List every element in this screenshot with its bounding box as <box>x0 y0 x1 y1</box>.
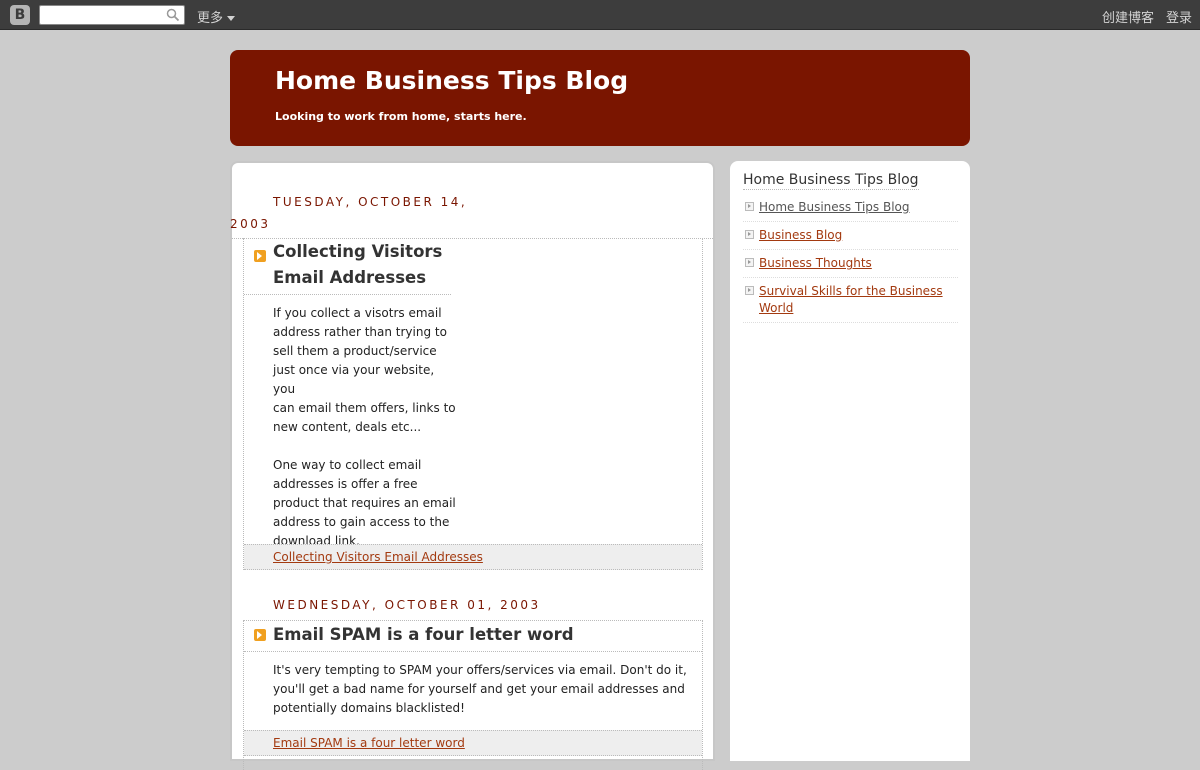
more-menu[interactable]: 更多 <box>197 7 236 26</box>
list-item: Home Business Tips Blog <box>743 194 958 222</box>
search-box[interactable] <box>39 5 185 26</box>
date-line: TUESDAY, OCTOBER 14, <box>273 195 468 209</box>
list-item: Survival Skills for the Business World <box>743 278 958 323</box>
navbar: B 更多 创建博客 登录 <box>0 0 1200 30</box>
search-icon[interactable] <box>166 8 180 22</box>
search-input[interactable] <box>44 9 164 26</box>
post-body: If you collect a visotrs email address r… <box>273 304 458 551</box>
link-line: World <box>759 301 794 315</box>
body-line: If you collect a visotrs email <box>273 306 442 320</box>
body-line: potentially domains blacklisted! <box>273 701 465 715</box>
date-line: WEDNESDAY, OCTOBER 01, 2003 <box>273 598 541 612</box>
post-footer: Email SPAM is a four letter word <box>244 730 702 756</box>
body-line: addresses is offer a free <box>273 477 418 491</box>
post-paragraph: If you collect a visotrs email address r… <box>273 304 458 437</box>
bullet-arrow-icon <box>745 258 754 267</box>
body-line: you'll get a bad name for yourself and g… <box>273 682 685 696</box>
post-permalink[interactable]: Collecting Visitors Email Addresses <box>273 550 483 564</box>
post-title-line: Email Addresses <box>273 268 427 287</box>
widget-title: Home Business Tips Blog <box>743 172 919 190</box>
body-line: product that requires an email <box>273 496 456 510</box>
more-label: 更多 <box>197 11 224 26</box>
list-item: Business Thoughts <box>743 250 958 278</box>
body-line: just once via your website, you <box>273 363 435 396</box>
post-body: It's very tempting to SPAM your offers/s… <box>273 661 693 718</box>
sidebar-link[interactable]: Survival Skills for the Business World <box>759 284 943 315</box>
post-title-line: Collecting Visitors <box>273 242 443 261</box>
body-line: address rather than trying to <box>273 325 447 339</box>
body-line: can email them offers, links to <box>273 401 456 415</box>
body-line: It's very tempting to SPAM your offers/s… <box>273 663 687 677</box>
blog-description: Looking to work from home, starts here. <box>275 110 527 123</box>
sidebar-link[interactable]: Business Blog <box>759 228 842 242</box>
post-paragraph: One way to collect email addresses is of… <box>273 456 458 551</box>
post-paragraph: It's very tempting to SPAM your offers/s… <box>273 661 693 718</box>
post-title-bar <box>244 621 702 652</box>
post-footer: Collecting Visitors Email Addresses <box>244 544 702 570</box>
link-line: Survival Skills for the Business <box>759 284 943 298</box>
create-blog-link[interactable]: 创建博客 <box>1102 11 1154 26</box>
nav-right: 创建博客 登录 <box>1090 7 1192 26</box>
body-line: address to gain access to the <box>273 515 450 529</box>
post-title[interactable]: Collecting Visitors Email Addresses <box>273 239 442 291</box>
post-permalink[interactable]: Email SPAM is a four letter word <box>273 736 465 750</box>
list-item: Business Blog <box>743 222 958 250</box>
post: Email SPAM is a four letter word It's ve… <box>243 620 703 770</box>
bullet-arrow-icon <box>745 230 754 239</box>
main-column: TUESDAY, OCTOBER 14, 2003 Collecting Vis… <box>230 161 715 770</box>
sidebar-link[interactable]: Home Business Tips Blog <box>759 200 910 214</box>
date-header-wrap: 2003 <box>230 213 271 235</box>
body-line: One way to collect email <box>273 458 422 472</box>
sidebar: Home Business Tips Blog Home Business Ti… <box>730 161 970 761</box>
blogger-logo-icon[interactable]: B <box>10 5 30 25</box>
blog-header: Home Business Tips Blog Looking to work … <box>230 50 970 146</box>
link-list: Home Business Tips Blog Business Blog Bu… <box>743 194 958 323</box>
body-line: new content, deals etc... <box>273 420 422 434</box>
blog-title[interactable]: Home Business Tips Blog <box>275 66 628 95</box>
post: Collecting Visitors Email Addresses If y… <box>243 238 703 570</box>
date-line: 2003 <box>230 217 271 231</box>
bullet-arrow-icon <box>745 286 754 295</box>
chevron-down-icon <box>227 16 236 21</box>
sidebar-link[interactable]: Business Thoughts <box>759 256 872 270</box>
bullet-arrow-icon <box>745 202 754 211</box>
body-line: sell them a product/service <box>273 344 437 358</box>
date-header: WEDNESDAY, OCTOBER 01, 2003 <box>273 594 541 616</box>
login-link[interactable]: 登录 <box>1166 11 1192 26</box>
date-header: TUESDAY, OCTOBER 14, <box>273 191 467 213</box>
